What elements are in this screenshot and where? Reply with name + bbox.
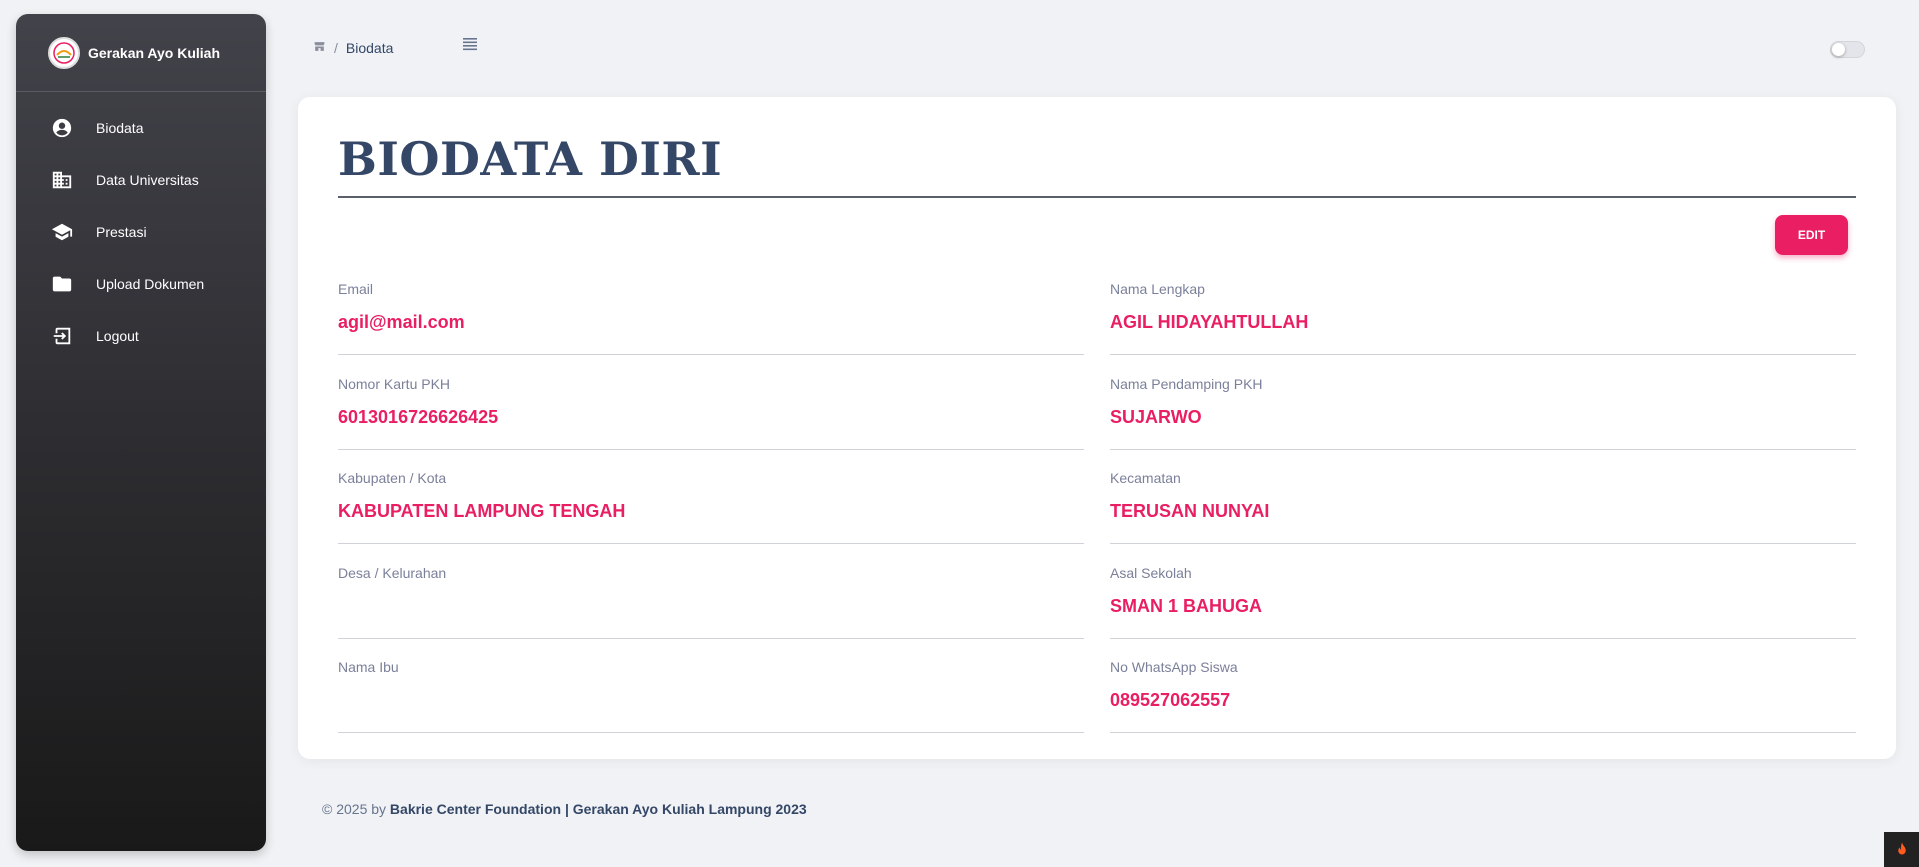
field-value xyxy=(338,689,1084,733)
field-email: Email agil@mail.com xyxy=(338,279,1084,374)
sidebar-item-label: Prestasi xyxy=(96,224,147,240)
flame-icon xyxy=(1897,842,1906,854)
footer-copyright: © 2025 by xyxy=(322,801,387,817)
sidebar-item-label: Upload Dokumen xyxy=(96,276,205,292)
sidebar-item-data-universitas[interactable]: Data Universitas xyxy=(16,154,266,206)
field-label: Nama Pendamping PKH xyxy=(1110,375,1263,392)
breadcrumb-current: Biodata xyxy=(345,40,394,56)
page-title: BIODATA DIRI xyxy=(338,132,723,186)
field-nama-lengkap: Nama Lengkap AGIL HIDAYAHTULLAH xyxy=(1110,279,1856,374)
edit-button[interactable]: EDIT xyxy=(1775,215,1848,255)
field-nama-ibu: Nama Ibu xyxy=(338,657,1084,752)
field-kabupaten-kota: Kabupaten / Kota KABUPATEN LAMPUNG TENGA… xyxy=(338,468,1084,563)
footer-org[interactable]: Bakrie Center Foundation | Gerakan Ayo K… xyxy=(390,801,807,817)
field-nomor-kartu-pkh: Nomor Kartu PKH 6013016726626425 xyxy=(338,374,1084,469)
brand[interactable]: Gerakan Ayo Kuliah xyxy=(16,14,266,92)
sidebar-item-label: Data Universitas xyxy=(96,172,199,188)
field-value: KABUPATEN LAMPUNG TENGAH xyxy=(338,500,1084,544)
graduation-cap-icon xyxy=(50,220,74,244)
corner-badge[interactable] xyxy=(1884,832,1919,867)
field-value xyxy=(338,595,1084,639)
sidebar-item-label: Biodata xyxy=(96,120,144,136)
field-no-whatsapp-siswa: No WhatsApp Siswa 089527062557 xyxy=(1110,657,1856,752)
menu-toggle-icon[interactable] xyxy=(462,36,478,57)
building-icon xyxy=(50,168,74,192)
dark-mode-toggle[interactable] xyxy=(1830,41,1865,58)
field-label: Kabupaten / Kota xyxy=(338,470,447,486)
sidebar-item-upload-dokumen[interactable]: Upload Dokumen xyxy=(16,258,266,310)
title-divider xyxy=(338,196,1856,198)
sidebar: Gerakan Ayo Kuliah Biodata Data Universi… xyxy=(16,14,266,851)
field-label: Email xyxy=(338,281,374,297)
sidebar-item-label: Logout xyxy=(96,328,139,344)
toggle-knob xyxy=(1832,43,1845,56)
field-nama-pendamping-pkh: Nama Pendamping PKH SUJARWO xyxy=(1110,374,1856,469)
field-label: Nomor Kartu PKH xyxy=(338,375,451,392)
breadcrumb: / Biodata xyxy=(313,40,393,56)
field-label: No WhatsApp Siswa xyxy=(1110,659,1238,675)
account-circle-icon xyxy=(50,116,74,140)
field-label: Asal Sekolah xyxy=(1110,564,1192,581)
field-label: Nama Ibu xyxy=(338,659,399,675)
brand-logo xyxy=(48,36,80,69)
footer: © 2025 by Bakrie Center Foundation | Ger… xyxy=(322,801,807,817)
biodata-fields: Email agil@mail.com Nama Lengkap AGIL HI… xyxy=(338,279,1856,752)
brand-name: Gerakan Ayo Kuliah xyxy=(88,44,221,61)
logout-icon xyxy=(50,324,74,348)
field-kecamatan: Kecamatan TERUSAN NUNYAI xyxy=(1110,468,1856,563)
sidebar-item-biodata[interactable]: Biodata xyxy=(16,102,266,154)
sidebar-item-prestasi[interactable]: Prestasi xyxy=(16,206,266,258)
field-value: TERUSAN NUNYAI xyxy=(1110,500,1856,544)
home-icon[interactable] xyxy=(313,40,326,56)
field-value: SMAN 1 BAHUGA xyxy=(1110,595,1856,639)
field-asal-sekolah: Asal Sekolah SMAN 1 BAHUGA xyxy=(1110,563,1856,658)
biodata-card: BIODATA DIRI EDIT Email agil@mail.com Na… xyxy=(298,97,1896,759)
field-label: Desa / Kelurahan xyxy=(338,564,447,581)
field-value: SUJARWO xyxy=(1110,406,1856,450)
field-value: agil@mail.com xyxy=(338,311,1084,355)
folder-icon xyxy=(50,272,74,296)
breadcrumb-separator: / xyxy=(334,40,338,56)
field-label: Nama Lengkap xyxy=(1110,281,1205,297)
sidebar-item-logout[interactable]: Logout xyxy=(16,310,266,362)
field-value: 089527062557 xyxy=(1110,689,1856,733)
sidebar-nav: Biodata Data Universitas Prestasi Upload… xyxy=(16,92,266,362)
field-value: AGIL HIDAYAHTULLAH xyxy=(1110,311,1856,355)
field-label: Kecamatan xyxy=(1110,470,1181,486)
logo-icon xyxy=(53,41,75,64)
field-desa-kelurahan: Desa / Kelurahan xyxy=(338,563,1084,658)
field-value: 6013016726626425 xyxy=(338,406,1084,450)
